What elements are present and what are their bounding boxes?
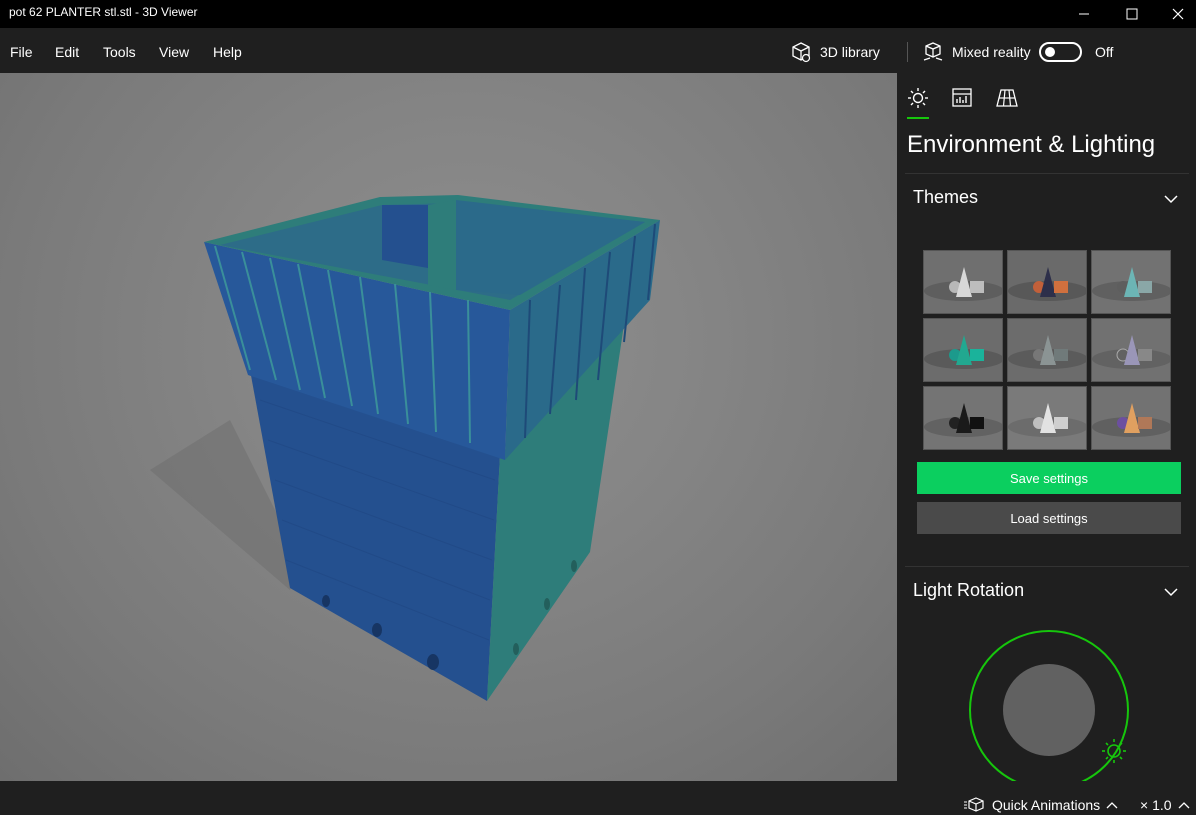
load-settings-button[interactable]: Load settings [917,502,1181,534]
theme-thumb-9[interactable] [1091,386,1171,450]
toolbar-separator [907,42,908,62]
status-bar: Quick Animations × 1.0 [0,781,1196,815]
theme-thumb-4[interactable] [923,318,1003,382]
window-title: pot 62 PLANTER stl.stl - 3D Viewer [9,5,198,19]
sun-icon [908,88,928,108]
theme-thumb-5[interactable] [1007,318,1087,382]
theme-thumb-1[interactable] [923,250,1003,314]
tab-stats-shading[interactable] [949,85,975,111]
menu-edit[interactable]: Edit [55,44,79,60]
title-bar: pot 62 PLANTER stl.stl - 3D Viewer [0,0,1196,28]
chevron-up-icon [1106,802,1118,809]
mixed-reality-label: Mixed reality [952,44,1031,60]
3d-viewport[interactable] [0,73,897,781]
toggle-state-label: Off [1095,44,1114,60]
theme-thumb-3[interactable] [1091,250,1171,314]
tab-grid-views[interactable] [994,85,1020,111]
light-rotation-dial[interactable] [957,623,1137,781]
light-rotation-section-title[interactable]: Light Rotation [913,580,1024,601]
close-icon [1172,8,1184,20]
theme-thumb-8[interactable] [1007,386,1087,450]
menu-help[interactable]: Help [213,44,242,60]
cube-icon [792,42,811,63]
panel-title: Environment & Lighting [907,131,1156,158]
theme-thumb-6[interactable] [1091,318,1171,382]
save-settings-button[interactable]: Save settings [917,462,1181,494]
grid-icon [996,89,1018,107]
stats-icon [952,88,972,107]
quick-animations-button[interactable]: Quick Animations [964,797,1118,813]
planter-model [150,195,660,701]
chevron-down-icon[interactable] [1163,191,1179,207]
minimize-button[interactable] [1061,0,1107,28]
animation-cube-icon [964,797,984,812]
quick-animations-label: Quick Animations [992,797,1101,813]
minimize-icon [1079,13,1089,15]
maximize-icon [1126,8,1138,20]
zoom-control[interactable]: × 1.0 [1140,797,1190,813]
mixed-reality-toggle[interactable] [1039,42,1082,62]
chevron-up-icon [1178,802,1189,809]
zoom-label: × 1.0 [1140,797,1172,813]
theme-thumb-2[interactable] [1007,250,1087,314]
theme-thumb-7[interactable] [923,386,1003,450]
menu-file[interactable]: File [10,44,33,60]
divider [905,566,1189,567]
mixed-reality-icon [923,42,943,61]
mixed-reality-button[interactable]: Mixed reality [922,40,1031,64]
maximize-button[interactable] [1109,0,1155,28]
3d-library-label: 3D library [820,44,880,60]
close-button[interactable] [1155,0,1196,28]
right-panel: Environment & Lighting Themes Save setti… [897,73,1196,781]
chevron-down-icon[interactable] [1163,584,1179,600]
menu-view[interactable]: View [159,44,189,60]
menu-tools[interactable]: Tools [103,44,136,60]
active-tab-indicator [907,117,929,119]
toggle-knob [1045,47,1055,57]
theme-grid [923,250,1173,450]
themes-section-title[interactable]: Themes [913,187,978,208]
divider [905,173,1189,174]
light-sun-handle-icon [1102,739,1126,763]
3d-library-button[interactable]: 3D library [790,40,880,64]
tab-environment-lighting[interactable] [905,85,931,111]
